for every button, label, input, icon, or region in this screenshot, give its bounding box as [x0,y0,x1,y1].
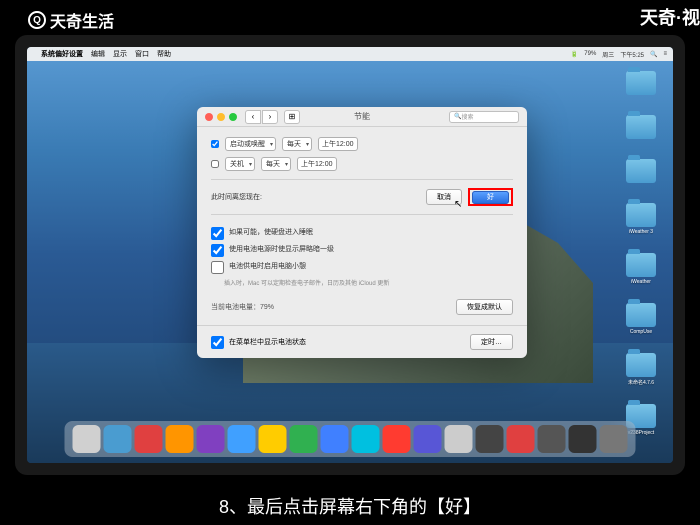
opt1-label: 如果可能，使硬盘进入睡眠 [229,227,313,237]
close-icon[interactable] [205,113,213,121]
menu-window[interactable]: 窗口 [135,49,149,59]
macos-dock [65,421,636,457]
shutdown-select[interactable]: 关机 [225,157,255,171]
macos-menubar: 系统偏好设置 编辑 显示 窗口 帮助 🔋 79% 周三 下午5:25 🔍 ≡ [27,47,673,61]
forward-button[interactable]: › [262,110,278,124]
menu-help[interactable]: 帮助 [157,49,171,59]
time: 下午5:25 [620,50,644,59]
cursor-icon: ↖ [454,199,462,210]
opt1-checkbox[interactable] [211,227,224,240]
dock-app[interactable] [104,425,132,453]
menubar-battery-checkbox[interactable] [211,336,224,349]
dock-app[interactable] [73,425,101,453]
folder-label: iWeather [631,279,651,285]
battery-status-text: 当前电池电量：79% [211,302,274,312]
energy-saver-window: ‹ › ⊞ 节能 🔍 搜索 启动或唤醒 每天 上午12:00 [197,107,527,358]
folder-icon [626,203,656,227]
menu-view[interactable]: 显示 [113,49,127,59]
shutdown-checkbox[interactable] [211,160,219,168]
folder-icon [626,159,656,183]
folder-icon [626,253,656,277]
battery-percent: 79% [584,51,596,57]
dock-app[interactable] [321,425,349,453]
window-title: 节能 [354,111,370,122]
shutdown-time-input[interactable]: 上午12:00 [297,157,337,171]
startup-time-input[interactable]: 上午12:00 [318,137,358,151]
folder-icon [626,353,656,377]
folder-label: CompUse [630,329,652,335]
dock-app[interactable] [166,425,194,453]
dock-app[interactable] [600,425,628,453]
dock-app[interactable] [290,425,318,453]
opt2-label: 使用电池电源时使显示屏略暗一级 [229,244,334,254]
desktop-screen: 系统偏好设置 编辑 显示 窗口 帮助 🔋 79% 周三 下午5:25 🔍 ≡ i… [27,47,673,463]
imac-monitor: 系统偏好设置 编辑 显示 窗口 帮助 🔋 79% 周三 下午5:25 🔍 ≡ i… [15,35,685,475]
desktop-folder[interactable]: iWeather [621,253,661,285]
battery-icon[interactable]: 🔋 [571,51,578,58]
dock-app[interactable] [135,425,163,453]
folder-icon [626,303,656,327]
startup-freq-select[interactable]: 每天 [282,137,312,151]
desktop-icons-column: iWeather 3iWeatherCompUse未命名4.7.6v238Pro… [621,71,661,436]
opt2-checkbox[interactable] [211,244,224,257]
search-icon[interactable]: 🔍 [650,51,657,58]
desktop-folder[interactable]: 未命名4.7.6 [621,353,661,386]
startup-select[interactable]: 启动或唤醒 [225,137,276,151]
minimize-icon[interactable] [217,113,225,121]
dock-app[interactable] [476,425,504,453]
dock-app[interactable] [569,425,597,453]
watermark-topleft: Q 天奇生活 [28,8,114,32]
folder-label: 未命名4.7.6 [628,379,654,386]
ok-button-highlight: 好 [468,188,513,206]
search-icon: 🔍 [454,113,461,120]
app-name[interactable]: 系统偏好设置 [41,49,83,59]
dock-app[interactable] [538,425,566,453]
schedule-button[interactable]: 定时… [470,334,513,350]
desktop-folder[interactable]: CompUse [621,303,661,335]
dock-app[interactable] [445,425,473,453]
search-input[interactable]: 🔍 搜索 [449,111,519,123]
grid-button[interactable]: ⊞ [284,110,300,124]
watermark-topright: 天奇·视 [640,4,700,30]
day: 周三 [602,50,614,59]
opt3-sublabel: 插入时，Mac 可以定期检查电子邮件，日历及其他 iCloud 更新 [224,278,513,287]
menu-edit[interactable]: 编辑 [91,49,105,59]
dock-app[interactable] [228,425,256,453]
zoom-icon[interactable] [229,113,237,121]
dock-app[interactable] [383,425,411,453]
desktop-folder[interactable] [621,159,661,185]
opt3-checkbox[interactable] [211,261,224,274]
dialog-message: 此时间离您现在: [211,192,262,202]
restore-defaults-button[interactable]: 恢复成默认 [456,299,513,315]
opt3-label: 电池供电时启用电脑小憩 [229,261,306,271]
dock-app[interactable] [259,425,287,453]
dock-app[interactable] [414,425,442,453]
magnify-icon: Q [28,11,46,29]
back-button[interactable]: ‹ [245,110,261,124]
shutdown-freq-select[interactable]: 每天 [261,157,291,171]
dock-app[interactable] [507,425,535,453]
menubar-battery-label: 在菜单栏中显示电池状态 [229,337,306,347]
startup-checkbox[interactable] [211,140,219,148]
folder-icon [626,71,656,95]
window-titlebar: ‹ › ⊞ 节能 🔍 搜索 [197,107,527,127]
desktop-folder[interactable] [621,71,661,97]
dock-app[interactable] [197,425,225,453]
dock-app[interactable] [352,425,380,453]
folder-icon [626,115,656,139]
folder-label: iWeather 3 [629,229,653,235]
tutorial-caption: 8、最后点击屏幕右下角的【好】 [0,475,700,525]
menu-icon[interactable]: ≡ [663,51,667,57]
desktop-folder[interactable] [621,115,661,141]
desktop-folder[interactable]: iWeather 3 [621,203,661,235]
ok-button[interactable]: 好 [472,191,509,204]
